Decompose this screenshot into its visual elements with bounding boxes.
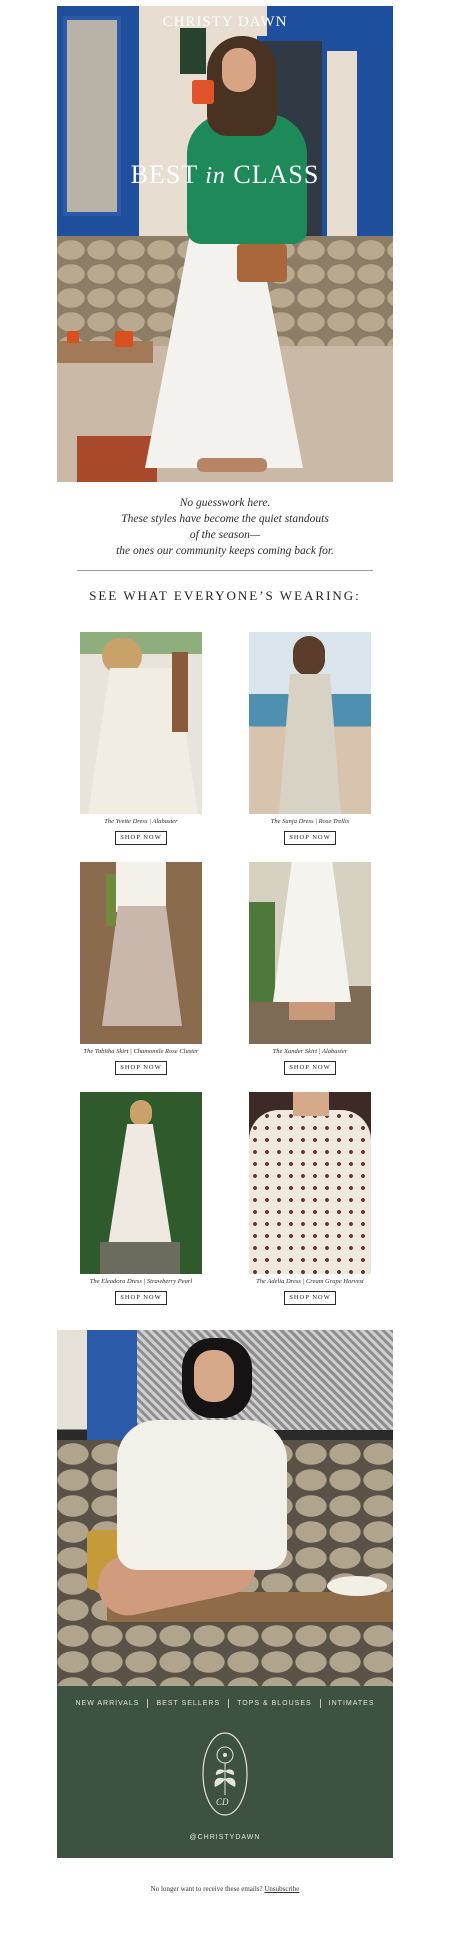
- hero-cup: [67, 331, 79, 343]
- rock: [100, 1242, 180, 1274]
- product-image[interactable]: [80, 1092, 202, 1274]
- intro-line: the ones our community keeps coming back…: [116, 545, 334, 557]
- cardigan: [106, 874, 116, 926]
- model-hair: [293, 636, 325, 676]
- product-caption: The Eleadora Dress | Strawberry Pearl: [89, 1278, 193, 1285]
- product-card: The Yvette Dress | Alabaster SHOP NOW: [80, 632, 202, 845]
- logo-initials: CD: [216, 1797, 229, 1807]
- plant: [249, 902, 275, 1002]
- nav-new-arrivals[interactable]: NEW ARRIVALS: [67, 1700, 147, 1707]
- hero-sign: [180, 28, 206, 74]
- dress: [108, 1124, 172, 1246]
- instagram-handle[interactable]: @CHRISTYDAWN: [57, 1834, 393, 1841]
- hero-door-frame: [357, 46, 393, 246]
- lifestyle-blue-frame: [87, 1330, 137, 1445]
- product-caption: The Yvette Dress | Alabaster: [104, 818, 178, 825]
- product-caption: The Xander Skirt | Alabaster: [272, 1048, 348, 1055]
- model-hair: [130, 1100, 152, 1126]
- hero-model-face: [222, 48, 256, 92]
- hero-mug: [192, 80, 214, 104]
- shop-now-button[interactable]: SHOP NOW: [115, 1061, 167, 1075]
- headline-class: CLASS: [233, 160, 320, 189]
- unsubscribe-link[interactable]: Unsubscribe: [264, 1885, 299, 1893]
- product-image[interactable]: [249, 1092, 371, 1274]
- hero-cup: [115, 331, 133, 347]
- product-image[interactable]: [249, 862, 371, 1044]
- shop-now-button[interactable]: SHOP NOW: [115, 831, 167, 845]
- bag-strap: [172, 652, 188, 732]
- divider: [77, 570, 373, 571]
- shop-now-button[interactable]: SHOP NOW: [284, 831, 336, 845]
- product-card: The Adelia Dress | Cream Grape Harvest S…: [249, 1092, 371, 1305]
- nav-intimates[interactable]: INTIMATES: [321, 1700, 383, 1707]
- hero-bag: [237, 244, 287, 282]
- unsubscribe-text: No longer want to receive these emails?: [150, 1885, 263, 1893]
- intro-line: of the season—: [189, 529, 261, 541]
- nav-best-sellers[interactable]: BEST SELLERS: [148, 1700, 228, 1707]
- product-card: The Xander Skirt | Alabaster SHOP NOW: [249, 862, 371, 1075]
- unsubscribe-line: No longer want to receive these emails? …: [57, 1885, 393, 1893]
- hero-tile: [77, 436, 157, 482]
- hero-image[interactable]: CHRISTY DAWN BEST in CLASS: [57, 6, 393, 482]
- lifestyle-window-grille: [137, 1330, 393, 1430]
- product-caption: The Sanja Dress | Rose Trellis: [270, 818, 350, 825]
- lifestyle-plate: [327, 1576, 387, 1596]
- dress: [249, 1110, 371, 1274]
- intro-line: These styles have become the quiet stand…: [121, 513, 329, 525]
- hero-bench: [57, 341, 153, 363]
- headline-best: BEST: [130, 160, 198, 189]
- christy-dawn-logo-icon[interactable]: CD: [201, 1731, 249, 1817]
- product-image[interactable]: [80, 632, 202, 814]
- skirt: [273, 862, 351, 1002]
- product-card: The Eleadora Dress | Strawberry Pearl SH…: [80, 1092, 202, 1305]
- product-card: The Tabitha Skirt | Chamomile Rose Clust…: [80, 862, 202, 1075]
- top: [116, 862, 166, 912]
- section-title: SEE WHAT EVERYONE’S WEARING:: [89, 588, 361, 603]
- brand-logo[interactable]: CHRISTY DAWN: [57, 14, 393, 31]
- footer: NEW ARRIVALS BEST SELLERS TOPS & BLOUSES IN…: [57, 1686, 393, 1858]
- intro-line: No guesswork here.: [179, 497, 271, 509]
- hero-headline: BEST in CLASS: [57, 160, 393, 190]
- legs: [289, 1002, 335, 1020]
- shop-now-button[interactable]: SHOP NOW: [284, 1061, 336, 1075]
- headline-in: in: [205, 163, 226, 189]
- lifestyle-model-shirt: [117, 1420, 287, 1570]
- shop-now-button[interactable]: SHOP NOW: [115, 1291, 167, 1305]
- email-body: CHRISTY DAWN BEST in CLASS No guesswork …: [0, 0, 450, 1939]
- shop-now-button[interactable]: SHOP NOW: [284, 1291, 336, 1305]
- product-caption: The Tabitha Skirt | Chamomile Rose Clust…: [83, 1048, 199, 1055]
- product-image[interactable]: [249, 632, 371, 814]
- footer-nav: NEW ARRIVALS BEST SELLERS TOPS & BLOUSES IN…: [57, 1699, 393, 1708]
- hero-feet: [197, 458, 267, 472]
- product-image[interactable]: [80, 862, 202, 1044]
- neck: [293, 1092, 329, 1116]
- product-card: The Sanja Dress | Rose Trellis SHOP NOW: [249, 632, 371, 845]
- lifestyle-model-face: [194, 1350, 234, 1402]
- nav-tops-blouses[interactable]: TOPS & BLOUSES: [229, 1700, 320, 1707]
- dress: [279, 674, 341, 814]
- intro-text: No guesswork here. These styles have bec…: [57, 495, 393, 559]
- product-caption: The Adelia Dress | Cream Grape Harvest: [256, 1278, 364, 1285]
- lifestyle-image[interactable]: [57, 1330, 393, 1686]
